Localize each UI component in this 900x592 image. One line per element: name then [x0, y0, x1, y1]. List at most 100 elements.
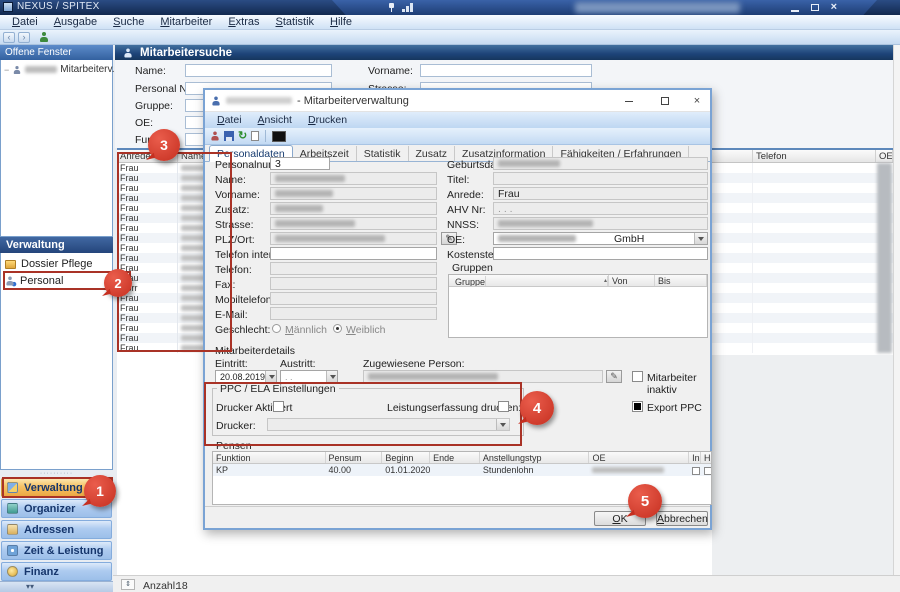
- annotation-step-4: 4: [520, 391, 554, 425]
- status-expander-icon[interactable]: ⇕: [121, 579, 135, 590]
- weiblich-radio[interactable]: [333, 324, 342, 333]
- sidebar-item-dossier-pflege[interactable]: Dossier Pflege: [5, 258, 93, 270]
- column-header-funktion[interactable]: Funktion: [213, 452, 326, 463]
- window-titlebar: NEXUS / SPITEX ×: [0, 0, 900, 15]
- nnss-input[interactable]: [493, 217, 708, 230]
- column-header-beginn[interactable]: Beginn: [382, 452, 430, 463]
- oe-label: OE:: [447, 234, 465, 246]
- tree-item-mitarbeiterverwaltung[interactable]: − Mitarbeiterv...: [4, 64, 120, 75]
- verwaltung-panel-header: Verwaltung: [0, 237, 113, 253]
- telefon-intern-input[interactable]: [270, 247, 437, 260]
- new-document-icon[interactable]: [251, 131, 259, 141]
- column-header-oe[interactable]: OE: [876, 150, 893, 162]
- forward-button[interactable]: ›: [18, 32, 30, 43]
- back-button[interactable]: ‹: [3, 32, 15, 43]
- column-header-h[interactable]: H...: [701, 452, 711, 463]
- maennlich-radio[interactable]: [272, 324, 281, 333]
- nav-button-adressen[interactable]: Adressen: [1, 520, 112, 539]
- zusatz-input[interactable]: [270, 202, 437, 215]
- column-header-ende[interactable]: Ende: [430, 452, 480, 463]
- chevron-down-icon[interactable]: [694, 233, 707, 244]
- dialog-menu-datei[interactable]: Datei: [209, 114, 250, 126]
- menu-mitarbeiter[interactable]: Mitarbeiter: [152, 16, 220, 28]
- collapse-icon[interactable]: ▾▾: [26, 582, 34, 591]
- save-icon[interactable]: [224, 131, 234, 141]
- vorname-input[interactable]: [420, 64, 592, 77]
- person-icon[interactable]: [39, 32, 49, 42]
- dialog-menu-ansicht[interactable]: Ansicht: [250, 114, 300, 126]
- personalnummer-input[interactable]: 3: [270, 157, 330, 170]
- signal-bars-icon: [402, 3, 416, 12]
- oe-combobox[interactable]: GmbH: [493, 232, 708, 245]
- column-header-telefon[interactable]: Telefon: [753, 150, 876, 162]
- column-header-gruppe[interactable]: Gruppe▴: [449, 275, 609, 286]
- redacted: [275, 205, 323, 212]
- pensen-row[interactable]: KP 40.00 01.01.2020 Stundenlohn: [213, 464, 711, 476]
- telefon-cell: [753, 273, 876, 283]
- cancel-button[interactable]: Abbrechen: [656, 511, 708, 526]
- redacted: [275, 190, 333, 197]
- ppc-icon[interactable]: [272, 131, 286, 142]
- name-input[interactable]: [270, 172, 437, 185]
- geburtsdatum-input[interactable]: [493, 157, 708, 170]
- menu-extras[interactable]: Extras: [220, 16, 267, 28]
- search-panel-header: Mitarbeitersuche: [115, 45, 893, 60]
- email-input[interactable]: [270, 307, 437, 320]
- column-header-pensum[interactable]: Pensum: [326, 452, 383, 463]
- tab-statistik[interactable]: Statistik: [357, 146, 409, 161]
- mitarbeiter-inaktiv-checkbox[interactable]: [632, 371, 643, 382]
- gruppen-table-header: Gruppe▴ Von Bis: [449, 275, 707, 287]
- anrede-input[interactable]: Frau: [493, 187, 708, 200]
- fax-input[interactable]: [270, 277, 437, 290]
- titel-input[interactable]: [493, 172, 708, 185]
- column-header-von[interactable]: Von: [609, 275, 655, 286]
- nav-button-finanz[interactable]: Finanz: [1, 562, 112, 581]
- export-ppc-checkbox[interactable]: [632, 401, 643, 412]
- refresh-icon[interactable]: ↻: [238, 131, 247, 141]
- tree-expander-icon[interactable]: −: [4, 65, 9, 75]
- menu-hilfe[interactable]: Hilfe: [322, 16, 360, 28]
- pin-icon[interactable]: [388, 3, 395, 12]
- organizer-icon: [7, 503, 18, 514]
- edit-person-button[interactable]: ✎: [606, 370, 622, 383]
- ahv-nr-input[interactable]: . . .: [493, 202, 708, 215]
- in-checkbox[interactable]: [692, 467, 700, 475]
- menu-suche[interactable]: Suche: [105, 16, 152, 28]
- dialog-close-icon[interactable]: ×: [690, 94, 704, 108]
- telefon-cell: [753, 313, 876, 323]
- column-header-oe[interactable]: OE: [589, 452, 689, 463]
- name-input[interactable]: [185, 64, 332, 77]
- scrollbar-area[interactable]: [893, 45, 900, 576]
- plz-ort-input[interactable]: [270, 232, 437, 245]
- gruppen-label: Gruppen: [452, 262, 493, 274]
- dialog-menu-drucken[interactable]: Drucken: [300, 114, 355, 126]
- nav-button-zeit-leistung[interactable]: Zeit & Leistung: [1, 541, 112, 560]
- vorname-input[interactable]: [270, 187, 437, 200]
- chevron-down-icon[interactable]: [265, 371, 276, 382]
- mobiltelefon-input[interactable]: [270, 292, 437, 305]
- menu-statistik[interactable]: Statistik: [268, 16, 323, 28]
- minimize-icon[interactable]: [791, 10, 799, 12]
- app-icon: [3, 2, 13, 12]
- anzahl-value: 18: [176, 580, 188, 592]
- telefon-cell: [753, 323, 876, 333]
- annotation-box-3: [117, 152, 232, 352]
- column-header-in[interactable]: In...: [689, 452, 701, 463]
- menu-datei[interactable]: Datei: [4, 16, 46, 28]
- h-checkbox[interactable]: [704, 467, 711, 475]
- dialog-minimize-icon[interactable]: [622, 94, 636, 108]
- close-icon[interactable]: ×: [831, 2, 837, 13]
- restore-icon[interactable]: [811, 4, 819, 11]
- telefon-input[interactable]: [270, 262, 437, 275]
- kostenstelle-input[interactable]: [493, 247, 708, 260]
- redacted: [592, 467, 664, 473]
- person-icon: [212, 96, 221, 105]
- dialog-maximize-icon[interactable]: [658, 94, 672, 108]
- menu-ausgabe[interactable]: Ausgabe: [46, 16, 105, 28]
- strasse-input[interactable]: [270, 217, 437, 230]
- column-header-anstellungstyp[interactable]: Anstellungstyp: [480, 452, 590, 463]
- column-header-bis[interactable]: Bis: [655, 275, 707, 286]
- chevron-down-icon[interactable]: [326, 371, 337, 382]
- dialog-titlebar[interactable]: - Mitarbeiterverwaltung ×: [205, 90, 710, 112]
- person-icon[interactable]: [211, 132, 220, 141]
